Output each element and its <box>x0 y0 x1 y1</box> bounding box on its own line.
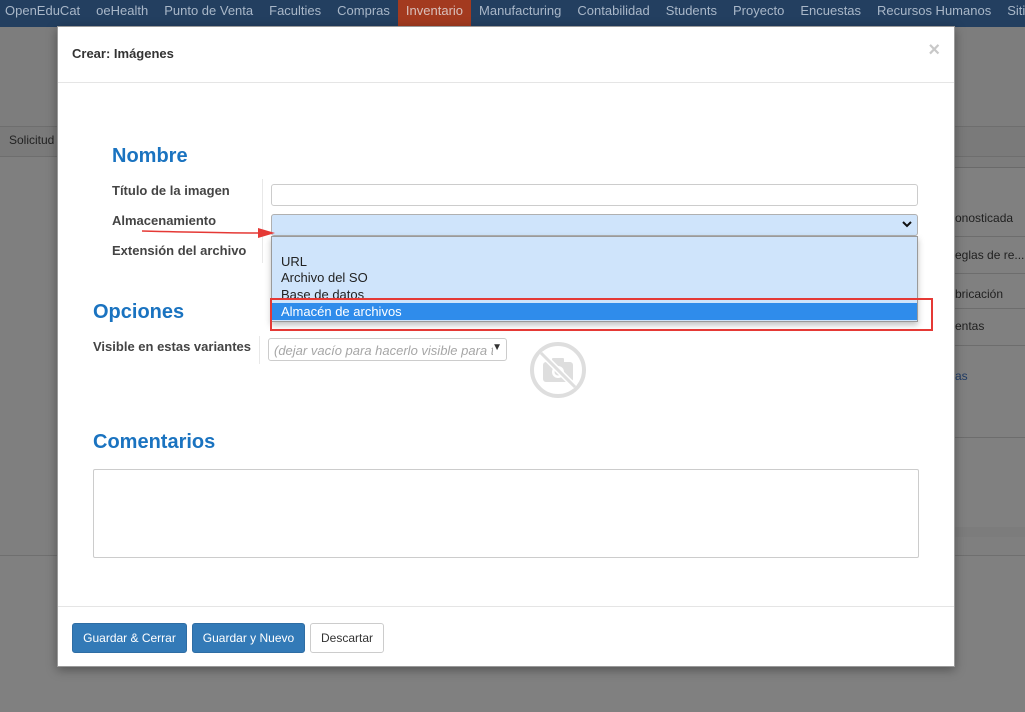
create-image-dialog: Crear: Imágenes × Nombre Título de la im… <box>57 26 955 667</box>
dialog-header: Crear: Imágenes × <box>58 27 954 83</box>
nav-item-proyecto[interactable]: Proyecto <box>725 0 792 27</box>
option-empty[interactable] <box>272 237 917 254</box>
highlight-annotation-box <box>270 298 933 331</box>
nav-item-oehealth[interactable]: oeHealth <box>88 0 156 27</box>
close-icon[interactable]: × <box>928 40 940 60</box>
chevron-down-icon <box>902 221 912 228</box>
option-url[interactable]: URL <box>272 253 917 270</box>
nav-item-recursos-humanos[interactable]: Recursos Humanos <box>869 0 999 27</box>
background-item: bricación <box>955 287 1004 301</box>
label-titulo-imagen: Título de la imagen <box>112 183 230 198</box>
nav-item-punto-de-venta[interactable]: Punto de Venta <box>156 0 261 27</box>
save-new-button[interactable]: Guardar y Nuevo <box>192 623 305 653</box>
section-title-nombre: Nombre <box>112 145 188 167</box>
section-title-opciones: Opciones <box>93 301 185 323</box>
dialog-title: Crear: Imágenes <box>72 46 174 61</box>
comments-textarea[interactable] <box>93 469 919 558</box>
annotation-arrow-icon <box>141 228 275 238</box>
save-close-button[interactable]: Guardar & Cerrar <box>72 623 187 653</box>
label-extension-archivo: Extensión del archivo <box>112 243 247 258</box>
nav-item-openeducat[interactable]: OpenEduCat <box>0 0 88 27</box>
variants-input[interactable]: (dejar vacío para hacerlo visible para t… <box>268 338 507 361</box>
background-toolbar-label: Solicitud <box>9 133 55 147</box>
no-camera-icon[interactable] <box>529 341 587 399</box>
caret-down-icon: ▼ <box>492 342 502 353</box>
nav-item-inventario[interactable]: Inventario <box>397 0 472 27</box>
background-item: onosticada <box>955 211 1014 225</box>
discard-button[interactable]: Descartar <box>310 623 384 653</box>
nav-item-manufacturing[interactable]: Manufacturing <box>471 0 569 27</box>
top-nav: OpenEduCat oeHealth Punto de Venta Facul… <box>0 0 1025 27</box>
section-title-comentarios: Comentarios <box>93 431 216 453</box>
background-item: eglas de re... <box>955 248 1025 262</box>
background-item: entas <box>955 319 985 333</box>
background-link: as <box>955 369 968 383</box>
nav-item-students[interactable]: Students <box>658 0 725 27</box>
variants-placeholder: (dejar vacío para hacerlo visible para t… <box>274 343 493 358</box>
nav-item-compras[interactable]: Compras <box>329 0 398 27</box>
nav-item-contabilidad[interactable]: Contabilidad <box>569 0 657 27</box>
nav-item-siti[interactable]: Siti <box>999 0 1025 27</box>
nav-item-encuestas[interactable]: Encuestas <box>792 0 869 27</box>
label-visible-variantes: Visible en estas variantes <box>93 339 252 354</box>
image-title-input[interactable] <box>271 184 918 206</box>
storage-select[interactable] <box>271 214 918 236</box>
option-archivo-so[interactable]: Archivo del SO <box>272 269 917 286</box>
nav-item-faculties[interactable]: Faculties <box>261 0 329 27</box>
